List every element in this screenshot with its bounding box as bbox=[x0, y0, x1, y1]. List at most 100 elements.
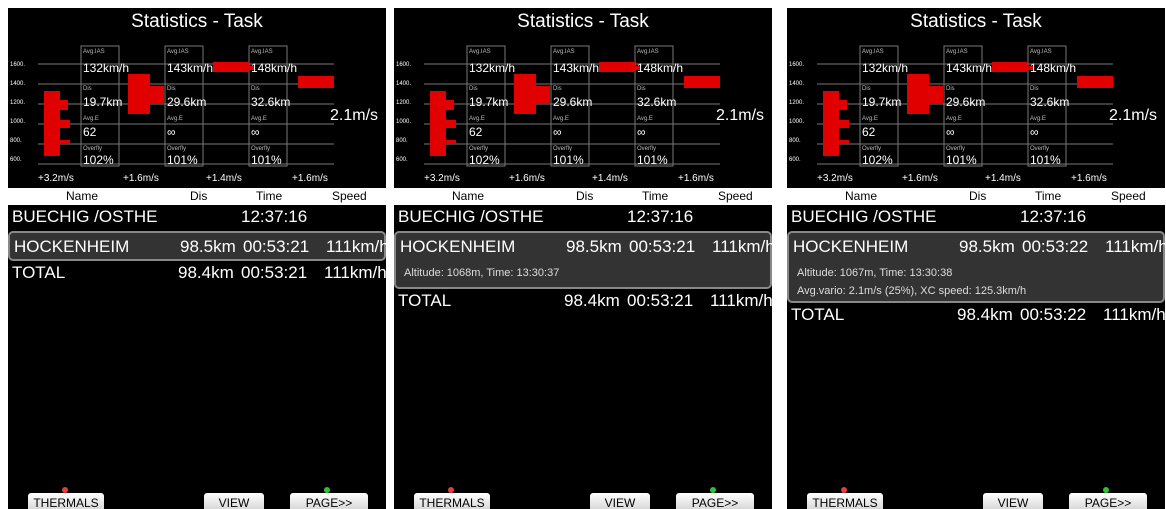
avg-e-value: 62 bbox=[83, 125, 97, 139]
view-button[interactable]: VIEW bbox=[590, 493, 650, 509]
view-button[interactable]: VIEW bbox=[983, 493, 1043, 509]
table-row[interactable]: BUECHIG /OSTHE 12:37:16 bbox=[8, 207, 386, 231]
avg-ias-value: 148km/h bbox=[1030, 61, 1076, 75]
avg-ias-label: Avg.IAS bbox=[862, 49, 884, 55]
avg-e-label: Avg.E bbox=[637, 116, 653, 122]
table-row-selected[interactable]: HOCKENHEIM 98.5km 00:53:21 111km/h Altit… bbox=[394, 231, 772, 289]
status-led-icon bbox=[448, 487, 454, 493]
vario-histogram bbox=[823, 62, 1113, 156]
page-label: PAGE>> bbox=[305, 496, 353, 509]
header-speed: Speed bbox=[718, 189, 753, 203]
row-speed: 111km/h bbox=[710, 291, 772, 310]
avg-ias-label: Avg.IAS bbox=[946, 49, 968, 55]
thermals-button[interactable]: THERMALS bbox=[28, 487, 104, 509]
row-time: 00:53:21 bbox=[243, 237, 310, 256]
row-time: 00:53:21 bbox=[241, 263, 308, 282]
row-name: BUECHIG /OSTHE bbox=[12, 207, 158, 226]
y-tick: 1600. bbox=[396, 62, 411, 68]
row-name: TOTAL bbox=[398, 291, 452, 310]
row-detail: Avg.vario: 2.1m/s (25%), XC speed: 125.3… bbox=[797, 285, 1027, 297]
page-button[interactable]: PAGE>> bbox=[676, 487, 754, 509]
y-tick: 1400. bbox=[789, 81, 804, 87]
dis-label: Dis bbox=[862, 86, 871, 92]
avg-e-value: 62 bbox=[862, 125, 876, 139]
thermals-label: THERMALS bbox=[33, 496, 99, 509]
bottom-vario: +1.6m/s bbox=[509, 173, 545, 184]
row-name: TOTAL bbox=[12, 263, 66, 282]
header-speed: Speed bbox=[332, 189, 367, 203]
overfly-value: 101% bbox=[553, 153, 584, 167]
y-tick: 1400. bbox=[10, 81, 25, 87]
bottom-vario: +1.6m/s bbox=[123, 173, 159, 184]
row-time: 12:37:16 bbox=[241, 207, 308, 226]
page-button[interactable]: PAGE>> bbox=[1069, 487, 1147, 509]
dis-label: Dis bbox=[946, 86, 955, 92]
status-led-icon bbox=[324, 487, 330, 493]
header-name: Name bbox=[845, 189, 878, 203]
table-row[interactable]: TOTAL 98.4km 00:53:22 111km/h bbox=[787, 305, 1165, 329]
avg-ias-label: Avg.IAS bbox=[1030, 49, 1052, 55]
overfly-label: Overfly bbox=[83, 146, 102, 152]
row-dis: 98.5km bbox=[959, 237, 1015, 256]
avg-ias-label: Avg.IAS bbox=[83, 49, 105, 55]
avg-ias-label: Avg.IAS bbox=[167, 49, 189, 55]
thermals-button[interactable]: THERMALS bbox=[414, 487, 490, 509]
avg-e-value: ∞ bbox=[637, 125, 646, 139]
view-label: VIEW bbox=[218, 496, 250, 509]
y-tick: 1400. bbox=[396, 81, 411, 87]
avg-ias-value: 143km/h bbox=[946, 61, 992, 75]
row-name: BUECHIG /OSTHE bbox=[791, 207, 937, 226]
status-led-icon bbox=[1103, 487, 1109, 493]
view-label: VIEW bbox=[604, 496, 636, 509]
header-name: Name bbox=[66, 189, 99, 203]
table-row-selected[interactable]: HOCKENHEIM 98.5km 00:53:22 111km/h Altit… bbox=[787, 231, 1165, 303]
avg-ias-label: Avg.IAS bbox=[251, 49, 273, 55]
dis-value: 29.6km bbox=[167, 95, 206, 109]
view-button[interactable]: VIEW bbox=[204, 493, 264, 509]
current-vario: 2.1m/s bbox=[716, 107, 764, 124]
table-row-selected[interactable]: HOCKENHEIM 98.5km 00:53:21 111km/h bbox=[8, 231, 386, 261]
page-button[interactable]: PAGE>> bbox=[290, 487, 368, 509]
dis-value: 32.6km bbox=[251, 95, 290, 109]
bottom-vario: +3.2m/s bbox=[38, 173, 74, 184]
row-speed: 111km/h bbox=[324, 263, 386, 282]
screen-title: Statistics - Task bbox=[787, 8, 1165, 36]
avg-ias-value: 132km/h bbox=[83, 61, 129, 75]
table-row[interactable]: BUECHIG /OSTHE 12:37:16 bbox=[394, 207, 772, 231]
row-dis: 98.5km bbox=[180, 237, 236, 256]
dis-value: 32.6km bbox=[1030, 95, 1069, 109]
avg-ias-value: 143km/h bbox=[553, 61, 599, 75]
dis-label: Dis bbox=[83, 86, 92, 92]
dis-value: 29.6km bbox=[946, 95, 985, 109]
avg-e-value: ∞ bbox=[553, 125, 562, 139]
view-label: VIEW bbox=[997, 496, 1029, 509]
overfly-value: 102% bbox=[469, 153, 500, 167]
y-tick: 800. bbox=[396, 138, 408, 144]
row-dis: 98.4km bbox=[178, 263, 234, 282]
thermals-button[interactable]: THERMALS bbox=[807, 487, 883, 509]
screen-title: Statistics - Task bbox=[394, 8, 772, 36]
bottom-vario: +3.2m/s bbox=[817, 173, 853, 184]
row-dis: 98.5km bbox=[566, 237, 622, 256]
avg-e-label: Avg.E bbox=[83, 116, 99, 122]
header-dis: Dis bbox=[969, 189, 987, 203]
y-tick: 1200. bbox=[396, 100, 411, 106]
y-tick: 1600. bbox=[10, 62, 25, 68]
row-time: 00:53:21 bbox=[629, 237, 696, 256]
avg-e-label: Avg.E bbox=[862, 116, 878, 122]
thermal-statistics-chart: 1600. 1400. 1200. 1000. 800. 600. Avg.IA… bbox=[394, 36, 772, 188]
row-name: HOCKENHEIM bbox=[14, 237, 130, 256]
bottom-vario: +1.6m/s bbox=[292, 173, 328, 184]
avg-e-label: Avg.E bbox=[167, 116, 183, 122]
avg-ias-label: Avg.IAS bbox=[553, 49, 575, 55]
table-row[interactable]: TOTAL 98.4km 00:53:21 111km/h bbox=[394, 291, 772, 315]
dis-label: Dis bbox=[167, 86, 176, 92]
row-time: 12:37:16 bbox=[627, 207, 694, 226]
overfly-label: Overfly bbox=[251, 146, 270, 152]
overfly-value: 102% bbox=[862, 153, 893, 167]
screen-panel-2: Statistics - Task 1600. 1400. 1200. 1000… bbox=[394, 8, 772, 509]
dis-value: 19.7km bbox=[469, 95, 508, 109]
table-row[interactable]: BUECHIG /OSTHE 12:37:16 bbox=[787, 207, 1165, 231]
avg-ias-label: Avg.IAS bbox=[637, 49, 659, 55]
table-row[interactable]: TOTAL 98.4km 00:53:21 111km/h bbox=[8, 263, 386, 287]
